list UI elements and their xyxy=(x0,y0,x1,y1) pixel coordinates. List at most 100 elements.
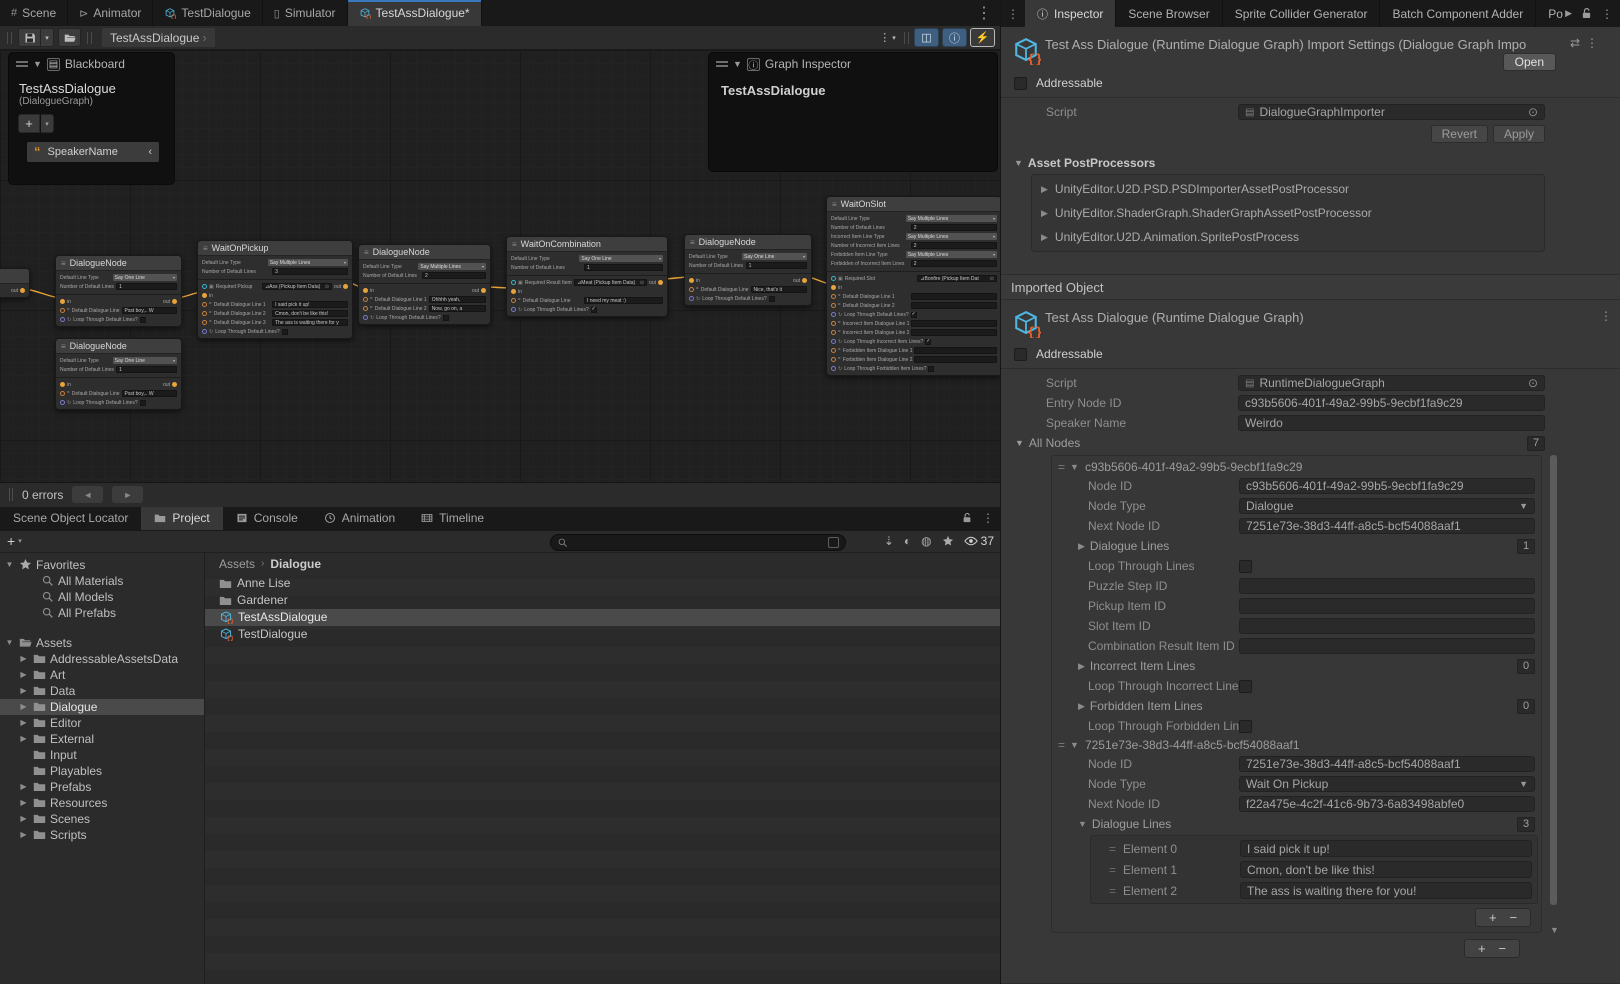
checkbox[interactable] xyxy=(928,366,934,372)
foldout-label[interactable]: ▶Dialogue Lines xyxy=(1078,539,1169,553)
bool-port[interactable] xyxy=(60,400,65,405)
tree-assets-root[interactable]: ▼Assets xyxy=(0,635,204,651)
enum-dropdown[interactable]: Say Multiple Lines▾ xyxy=(418,263,486,270)
checkbox[interactable] xyxy=(1239,680,1252,693)
tab-console[interactable]: Console xyxy=(223,507,311,530)
string-port[interactable] xyxy=(831,348,836,353)
drag-handle-icon[interactable] xyxy=(16,61,28,67)
bool-port[interactable] xyxy=(831,366,836,371)
drag-handle-icon[interactable]: = xyxy=(1109,863,1115,877)
object-picker-icon[interactable]: ⊙ xyxy=(1528,105,1538,119)
tree-favorite-all-materials[interactable]: All Materials xyxy=(0,573,204,589)
inspector-scrollbar[interactable] xyxy=(1550,455,1557,905)
asset-postprocessors-header[interactable]: ▼ Asset PostProcessors xyxy=(1001,152,1620,174)
type-filter-icon[interactable]: ◐ xyxy=(904,534,911,548)
graph-node-waitonpickup[interactable]: ≡WaitOnPickupDefault Line TypeSay Multip… xyxy=(197,240,353,339)
string-port[interactable] xyxy=(831,321,836,326)
open-asset-button[interactable] xyxy=(58,28,81,47)
node-title-bar[interactable]: ≡DialogueNode xyxy=(685,235,811,250)
text-field[interactable] xyxy=(1239,578,1535,594)
foldout-arrow-icon[interactable]: ▼ xyxy=(1015,438,1024,448)
tree-folder-data[interactable]: ▶Data xyxy=(0,683,204,699)
tab-overflow-menu-icon[interactable]: ⋮ xyxy=(968,0,1000,26)
enum-dropdown[interactable]: Say Multiple Lines▾ xyxy=(906,215,997,222)
object-field[interactable]: ⊿Meat (Pickup Item Data)⊙ xyxy=(574,279,647,286)
string-field[interactable]: Psst boy,.. W xyxy=(122,307,177,314)
text-field[interactable]: c93b5606-401f-49a2-99b5-9ecbf1fa9c29 xyxy=(1239,478,1535,494)
add-remove-node-buttons[interactable]: +− xyxy=(1464,939,1520,958)
tree-folder-external[interactable]: ▶External xyxy=(0,731,204,747)
tree-folder-input[interactable]: Input xyxy=(0,747,204,763)
object-picker-icon[interactable]: ⊙ xyxy=(1528,376,1538,390)
number-field[interactable]: 2 xyxy=(422,272,486,279)
string-field[interactable]: I said pick it up! xyxy=(272,301,348,308)
postprocessor-item[interactable]: ▶UnityEditor.U2D.PSD.PSDImporterAssetPos… xyxy=(1032,177,1544,201)
graph-inspector-panel[interactable]: ▼ ⓘ Graph Inspector TestAssDialogue xyxy=(708,52,998,172)
input-port[interactable] xyxy=(60,382,65,387)
blackboard-panel[interactable]: ▼ ▤ Blackboard TestAssDialogue (Dialogue… xyxy=(8,52,175,185)
node-collapse-icon[interactable]: ≡ xyxy=(690,238,695,247)
string-port[interactable] xyxy=(202,302,207,307)
next-error-button[interactable]: ► xyxy=(112,486,143,503)
string-port[interactable] xyxy=(831,357,836,362)
tree-folder-scenes[interactable]: ▶Scenes xyxy=(0,811,204,827)
toggle-graph-inspector-button[interactable]: ⓘ xyxy=(942,28,967,47)
text-field[interactable] xyxy=(1239,598,1535,614)
number-field[interactable]: 2 xyxy=(911,260,997,267)
foldout-arrow-icon[interactable]: ▶ xyxy=(1041,184,1048,195)
graph-inspector-header[interactable]: ▼ ⓘ Graph Inspector xyxy=(709,53,997,75)
add-button[interactable]: + xyxy=(1489,910,1497,925)
object-port[interactable] xyxy=(202,284,207,289)
toggle-minimap-button[interactable]: ⚡ xyxy=(970,28,995,47)
drag-handle-icon[interactable]: = xyxy=(1058,738,1064,752)
output-port[interactable] xyxy=(20,288,25,293)
graph-node-dialoguenode[interactable]: ≡DialogueNodeDefault Line TypeSay One Li… xyxy=(684,234,812,306)
asset-testdialogue[interactable]: TestDialogue xyxy=(205,626,1000,643)
checkbox[interactable] xyxy=(1239,720,1252,733)
checkbox[interactable] xyxy=(140,400,146,406)
save-button[interactable] xyxy=(18,28,41,47)
string-field[interactable] xyxy=(914,347,997,354)
create-asset-button[interactable]: + xyxy=(7,533,15,549)
tree-foldout-icon[interactable]: ▶ xyxy=(18,718,29,727)
node-title-bar[interactable]: ≡StartNode xyxy=(0,269,29,284)
node-collapse-icon[interactable]: ≡ xyxy=(364,248,369,257)
output-port[interactable] xyxy=(343,284,348,289)
string-field[interactable]: Nice, that's it xyxy=(751,286,807,293)
string-port[interactable] xyxy=(202,320,207,325)
blackboard-header[interactable]: ▼ ▤ Blackboard xyxy=(9,53,174,75)
string-field[interactable]: Now, go on, a xyxy=(429,305,486,312)
addressable-checkbox[interactable] xyxy=(1014,77,1027,90)
output-port[interactable] xyxy=(172,299,177,304)
script-object-field[interactable]: ▤ RuntimeDialogueGraph ⊙ xyxy=(1238,375,1545,391)
object-picker-icon[interactable]: ⊙ xyxy=(990,276,994,282)
checkbox[interactable]: ✓ xyxy=(911,312,917,318)
label-filter-icon[interactable]: ◍ xyxy=(921,534,931,548)
foldout-arrow-icon[interactable]: ▶ xyxy=(1078,661,1085,672)
tree-foldout-icon[interactable]: ▶ xyxy=(18,734,29,743)
node-collapse-icon[interactable]: ≡ xyxy=(832,200,837,209)
graph-node-dialoguenode[interactable]: ≡DialogueNodeDefault Line TypeSay One Li… xyxy=(55,338,182,410)
collapse-arrow-icon[interactable]: ▼ xyxy=(733,59,742,69)
drag-handle-icon[interactable]: = xyxy=(1109,842,1115,856)
string-port[interactable] xyxy=(60,391,65,396)
string-field[interactable]: The ass is waiting there for y xyxy=(272,319,348,326)
addressable-checkbox[interactable] xyxy=(1014,348,1027,361)
tree-folder-playables[interactable]: Playables xyxy=(0,763,204,779)
asset-gardener[interactable]: Gardener xyxy=(205,592,1000,609)
foldout-arrow-icon[interactable]: ▶ xyxy=(1078,701,1085,712)
tree-folder-art[interactable]: ▶Art xyxy=(0,667,204,683)
tab-testdialogue[interactable]: TestDialogue xyxy=(153,0,262,26)
checkbox[interactable] xyxy=(282,329,288,335)
toggle-blackboard-button[interactable]: ◫ xyxy=(914,28,939,47)
array-count-field[interactable]: 0 xyxy=(1517,659,1535,674)
tab-simulator[interactable]: ▯Simulator xyxy=(263,0,348,26)
breadcrumb-root[interactable]: Assets xyxy=(219,557,255,571)
output-port[interactable] xyxy=(658,280,663,285)
tree-folder-resources[interactable]: ▶Resources xyxy=(0,795,204,811)
element-text-field[interactable]: I said pick it up! xyxy=(1240,840,1532,857)
presets-icon[interactable]: ⇄ xyxy=(1570,36,1580,50)
enum-dropdown[interactable]: Say One Line▾ xyxy=(113,274,177,281)
tab-batch-component-adder[interactable]: Batch Component Adder xyxy=(1380,0,1536,27)
text-field[interactable]: 7251e73e-38d3-44ff-a8c5-bcf54088aaf1 xyxy=(1239,518,1535,534)
